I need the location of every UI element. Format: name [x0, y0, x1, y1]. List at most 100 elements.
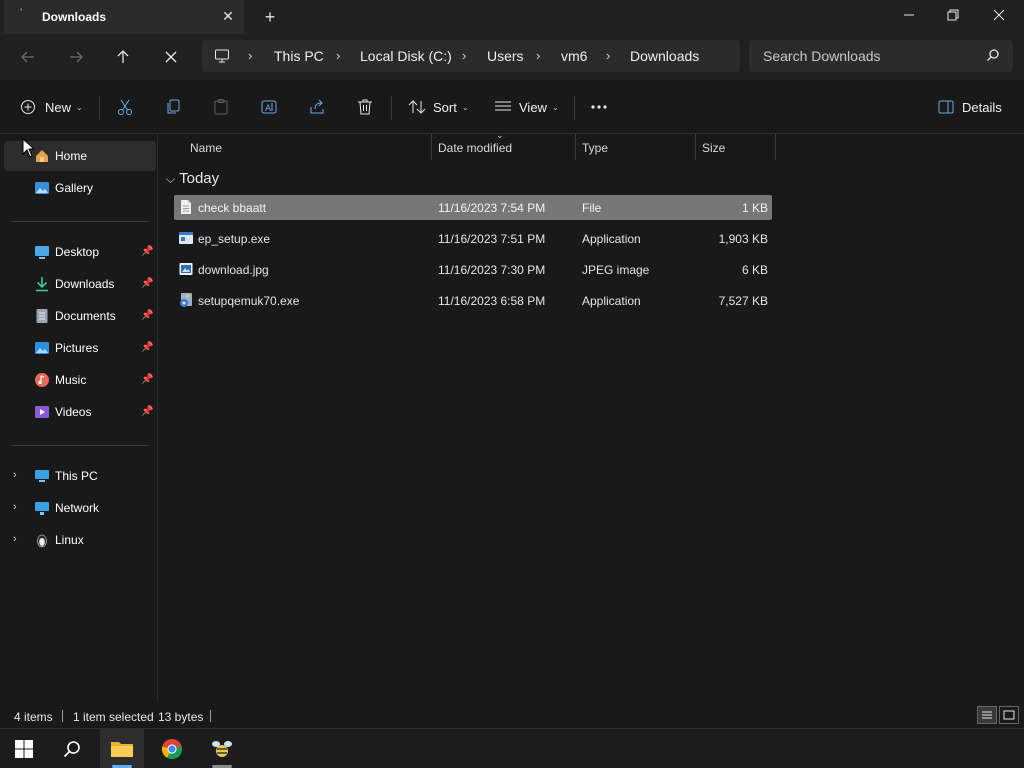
sidebar-item-label: Videos — [55, 405, 92, 419]
pin-icon[interactable]: 📌 — [141, 246, 153, 257]
sidebar-item-linux[interactable]: › Linux — [4, 525, 156, 555]
chrome-icon — [161, 739, 183, 760]
sidebar-item-downloads[interactable]: Downloads 📌 — [4, 269, 156, 299]
sidebar-item-documents[interactable]: Documents 📌 — [4, 301, 156, 331]
restore-button[interactable] — [930, 0, 976, 30]
chevron-right-icon[interactable]: › — [13, 501, 17, 513]
image-file-icon — [178, 261, 194, 277]
chevron-down-icon: ⌄ — [76, 102, 83, 112]
file-date: 11/16/2023 7:54 PM — [438, 201, 546, 215]
navigation-pane: Home Gallery Desktop 📌 Downloads 📌 Docum… — [0, 134, 158, 702]
minimize-button[interactable] — [886, 0, 932, 30]
window-tab[interactable]: ʼ Downloads ✕ — [4, 0, 244, 34]
forward-button[interactable] — [62, 44, 90, 70]
wasp-app-icon — [212, 741, 232, 757]
breadcrumb-vm6[interactable]: vm6 — [561, 48, 587, 64]
more-options-button[interactable] — [590, 94, 608, 120]
chevron-down-icon: ⌄ — [461, 102, 469, 112]
file-row[interactable]: check bbaatt 11/16/2023 7:54 PM File 1 K… — [174, 195, 772, 220]
file-name: download.jpg — [198, 263, 269, 277]
view-button[interactable]: View ⌄ — [494, 94, 559, 120]
sidebar-item-this-pc[interactable]: › This PC — [4, 461, 156, 491]
taskbar-search-button[interactable] — [50, 729, 94, 768]
file-row[interactable]: ep_setup.exe 11/16/2023 7:51 PM Applicat… — [174, 226, 772, 251]
details-pane-button[interactable]: Details — [938, 94, 1002, 120]
sidebar-item-label: This PC — [55, 469, 98, 483]
back-button[interactable] — [14, 44, 42, 70]
close-tab-icon[interactable]: ✕ — [218, 6, 238, 26]
sidebar-item-label: Linux — [55, 533, 84, 547]
desktop-icon — [34, 244, 50, 260]
selection-size: 13 bytes — [158, 710, 204, 724]
up-button[interactable] — [109, 44, 137, 70]
details-view-button[interactable] — [977, 706, 997, 724]
file-row[interactable]: download.jpg 11/16/2023 7:30 PM JPEG ima… — [174, 257, 772, 282]
sort-button[interactable]: Sort ⌄ — [408, 94, 469, 120]
new-button[interactable]: New ⌄ — [20, 94, 83, 120]
sidebar-item-desktop[interactable]: Desktop 📌 — [4, 237, 156, 267]
copy-button[interactable] — [164, 94, 182, 120]
pin-icon[interactable]: 📌 — [141, 310, 153, 321]
column-resize-handle[interactable] — [775, 134, 776, 160]
delete-button[interactable] — [356, 94, 374, 120]
sort-icon — [408, 100, 426, 114]
start-button[interactable] — [2, 729, 46, 768]
tab-title: Downloads — [42, 10, 107, 24]
sidebar-item-network[interactable]: › Network — [4, 493, 156, 523]
column-header-name[interactable]: Name — [182, 134, 432, 160]
large-icons-view-button[interactable] — [999, 706, 1019, 724]
taskbar-app-wasp[interactable] — [200, 729, 244, 768]
stop-button[interactable] — [157, 44, 185, 70]
breadcrumb-users[interactable]: Users — [487, 48, 524, 64]
breadcrumb-this-pc[interactable]: This PC — [274, 48, 324, 64]
command-bar: New ⌄ A Sort ⌄ View ⌄ Details — [0, 80, 1024, 134]
file-type: Application — [582, 294, 641, 308]
sidebar-item-label: Downloads — [55, 277, 115, 291]
sidebar-item-videos[interactable]: Videos 📌 — [4, 397, 156, 427]
search-box[interactable]: Search Downloads — [749, 40, 1013, 72]
pin-icon[interactable]: 📌 — [141, 278, 153, 289]
address-bar[interactable]: › This PC › Local Disk (C:) › Users › vm… — [202, 40, 740, 72]
paste-button[interactable] — [212, 94, 230, 120]
pin-icon[interactable]: 📌 — [141, 342, 153, 353]
status-bar: 4 items 1 item selected 13 bytes — [0, 702, 1024, 728]
sidebar-item-pictures[interactable]: Pictures 📌 — [4, 333, 156, 363]
search-icon[interactable] — [986, 48, 1000, 65]
folder-tab-icon: ʼ — [20, 8, 23, 19]
sort-chevron-icon: ⌄ — [496, 130, 504, 140]
taskbar-file-explorer[interactable] — [100, 729, 144, 768]
breadcrumb-local-disk[interactable]: Local Disk (C:) — [360, 48, 452, 64]
breadcrumb-downloads[interactable]: Downloads — [630, 48, 699, 64]
sidebar-item-music[interactable]: Music 📌 — [4, 365, 156, 395]
documents-icon — [34, 308, 50, 324]
column-header-label: Name — [190, 141, 223, 155]
column-header-date[interactable]: Date modified ⌄ — [430, 130, 574, 160]
sidebar-item-gallery[interactable]: Gallery — [4, 173, 156, 203]
file-name: setupqemuk70.exe — [198, 294, 300, 308]
plus-circle-icon — [21, 100, 35, 114]
share-button[interactable] — [308, 94, 326, 120]
chevron-right-icon[interactable]: › — [13, 533, 17, 545]
title-bar: ʼ Downloads ✕ + — [0, 0, 1024, 34]
file-icon — [178, 199, 194, 215]
divider — [12, 445, 148, 446]
pin-icon[interactable]: 📌 — [141, 406, 153, 417]
chevron-down-icon: ⌄ — [551, 102, 559, 112]
column-header-type[interactable]: Type — [574, 134, 694, 160]
cut-button[interactable] — [116, 94, 134, 120]
search-placeholder: Search Downloads — [763, 48, 881, 64]
file-row[interactable]: setupqemuk70.exe 11/16/2023 6:58 PM Appl… — [174, 288, 772, 313]
chevron-right-icon[interactable]: › — [13, 469, 17, 481]
svg-text:A: A — [265, 104, 272, 114]
new-tab-button[interactable]: + — [258, 5, 282, 29]
chevron-right-icon: › — [606, 48, 611, 63]
column-header-label: Size — [702, 141, 726, 155]
taskbar-chrome[interactable] — [150, 729, 194, 768]
column-header-label: Type — [582, 141, 609, 155]
group-header-today[interactable]: ⌵ Today — [166, 170, 219, 187]
column-header-size[interactable]: Size — [694, 134, 774, 160]
pin-icon[interactable]: 📌 — [141, 374, 153, 385]
close-window-button[interactable] — [976, 0, 1022, 30]
videos-icon — [34, 404, 50, 420]
rename-button[interactable]: A — [260, 94, 278, 120]
